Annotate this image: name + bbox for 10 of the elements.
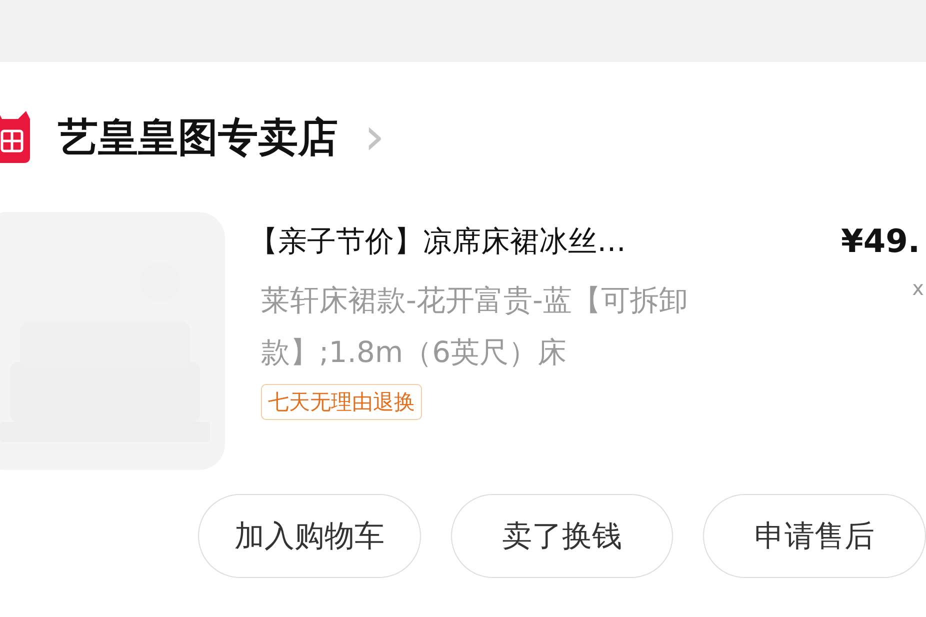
action-button[interactable]: 加入购物车 xyxy=(198,494,421,578)
action-button[interactable]: 卖了换钱 xyxy=(450,494,674,578)
product-price: ¥49. xyxy=(841,222,920,260)
product-spec: 莱轩床裙款-花开富贵-蓝【可拆卸款】;1.8m（6英尺）床 xyxy=(261,282,689,371)
action-button[interactable]: 申请售后 xyxy=(703,494,926,578)
store-logo-icon xyxy=(0,111,30,163)
product-quantity: x xyxy=(912,276,924,302)
product-title[interactable]: 【亲子节价】凉席床裙冰丝… xyxy=(249,222,626,262)
return-policy-tag: 七天无理由退换 xyxy=(261,384,422,420)
store-name[interactable]: 艺皇皇图专卖店 xyxy=(58,110,338,164)
